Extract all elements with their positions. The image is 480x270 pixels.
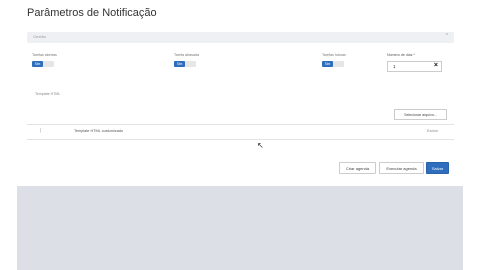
days-value: 1 [393, 64, 396, 69]
template-row-name: Template HTML customizado [74, 129, 124, 133]
divider [27, 139, 454, 140]
left-margin [0, 0, 17, 270]
select-file-button[interactable]: Selecionar arquivo... [394, 109, 447, 120]
run-schedule-button[interactable]: Executar agenda [379, 162, 424, 174]
section-header[interactable]: Gestão ⌃ [27, 32, 454, 43]
option-label-open-tasks: Tarefas abertas [32, 53, 57, 57]
option-label-future-tasks: Tarefas futuras [322, 53, 346, 57]
divider [27, 124, 454, 125]
attachment-icon: ⌈ [40, 128, 42, 134]
right-margin [463, 0, 480, 270]
toggle-on-label: Sim [322, 61, 333, 67]
option-label-overdue-task: Tarefa atrasada [174, 53, 199, 57]
page-title: Parâmetros de Notificação [27, 7, 157, 19]
clear-icon[interactable]: × [434, 62, 438, 69]
create-schedule-button[interactable]: Criar agenda [339, 162, 376, 174]
toggle-open-tasks[interactable]: Sim [32, 61, 54, 67]
toggle-on-label: Sim [32, 61, 43, 67]
toggle-overdue-task[interactable]: Sim [174, 61, 196, 67]
section-label: Gestão [33, 34, 46, 39]
template-label: Template HTML [35, 92, 61, 96]
toggle-on-label: Sim [174, 61, 185, 67]
save-button[interactable]: Salvar [426, 162, 449, 174]
toggle-future-tasks[interactable]: Sim [322, 61, 344, 67]
chevron-up-icon[interactable]: ⌃ [445, 33, 449, 39]
mouse-cursor-icon: ↖ [257, 141, 264, 150]
days-label: Número de dias * [387, 53, 415, 57]
notification-settings-panel: Parâmetros de Notificação Gestão ⌃ Taref… [17, 0, 463, 186]
delete-template-link[interactable]: Excluir [427, 129, 438, 133]
days-field[interactable]: 1 × [387, 61, 442, 72]
